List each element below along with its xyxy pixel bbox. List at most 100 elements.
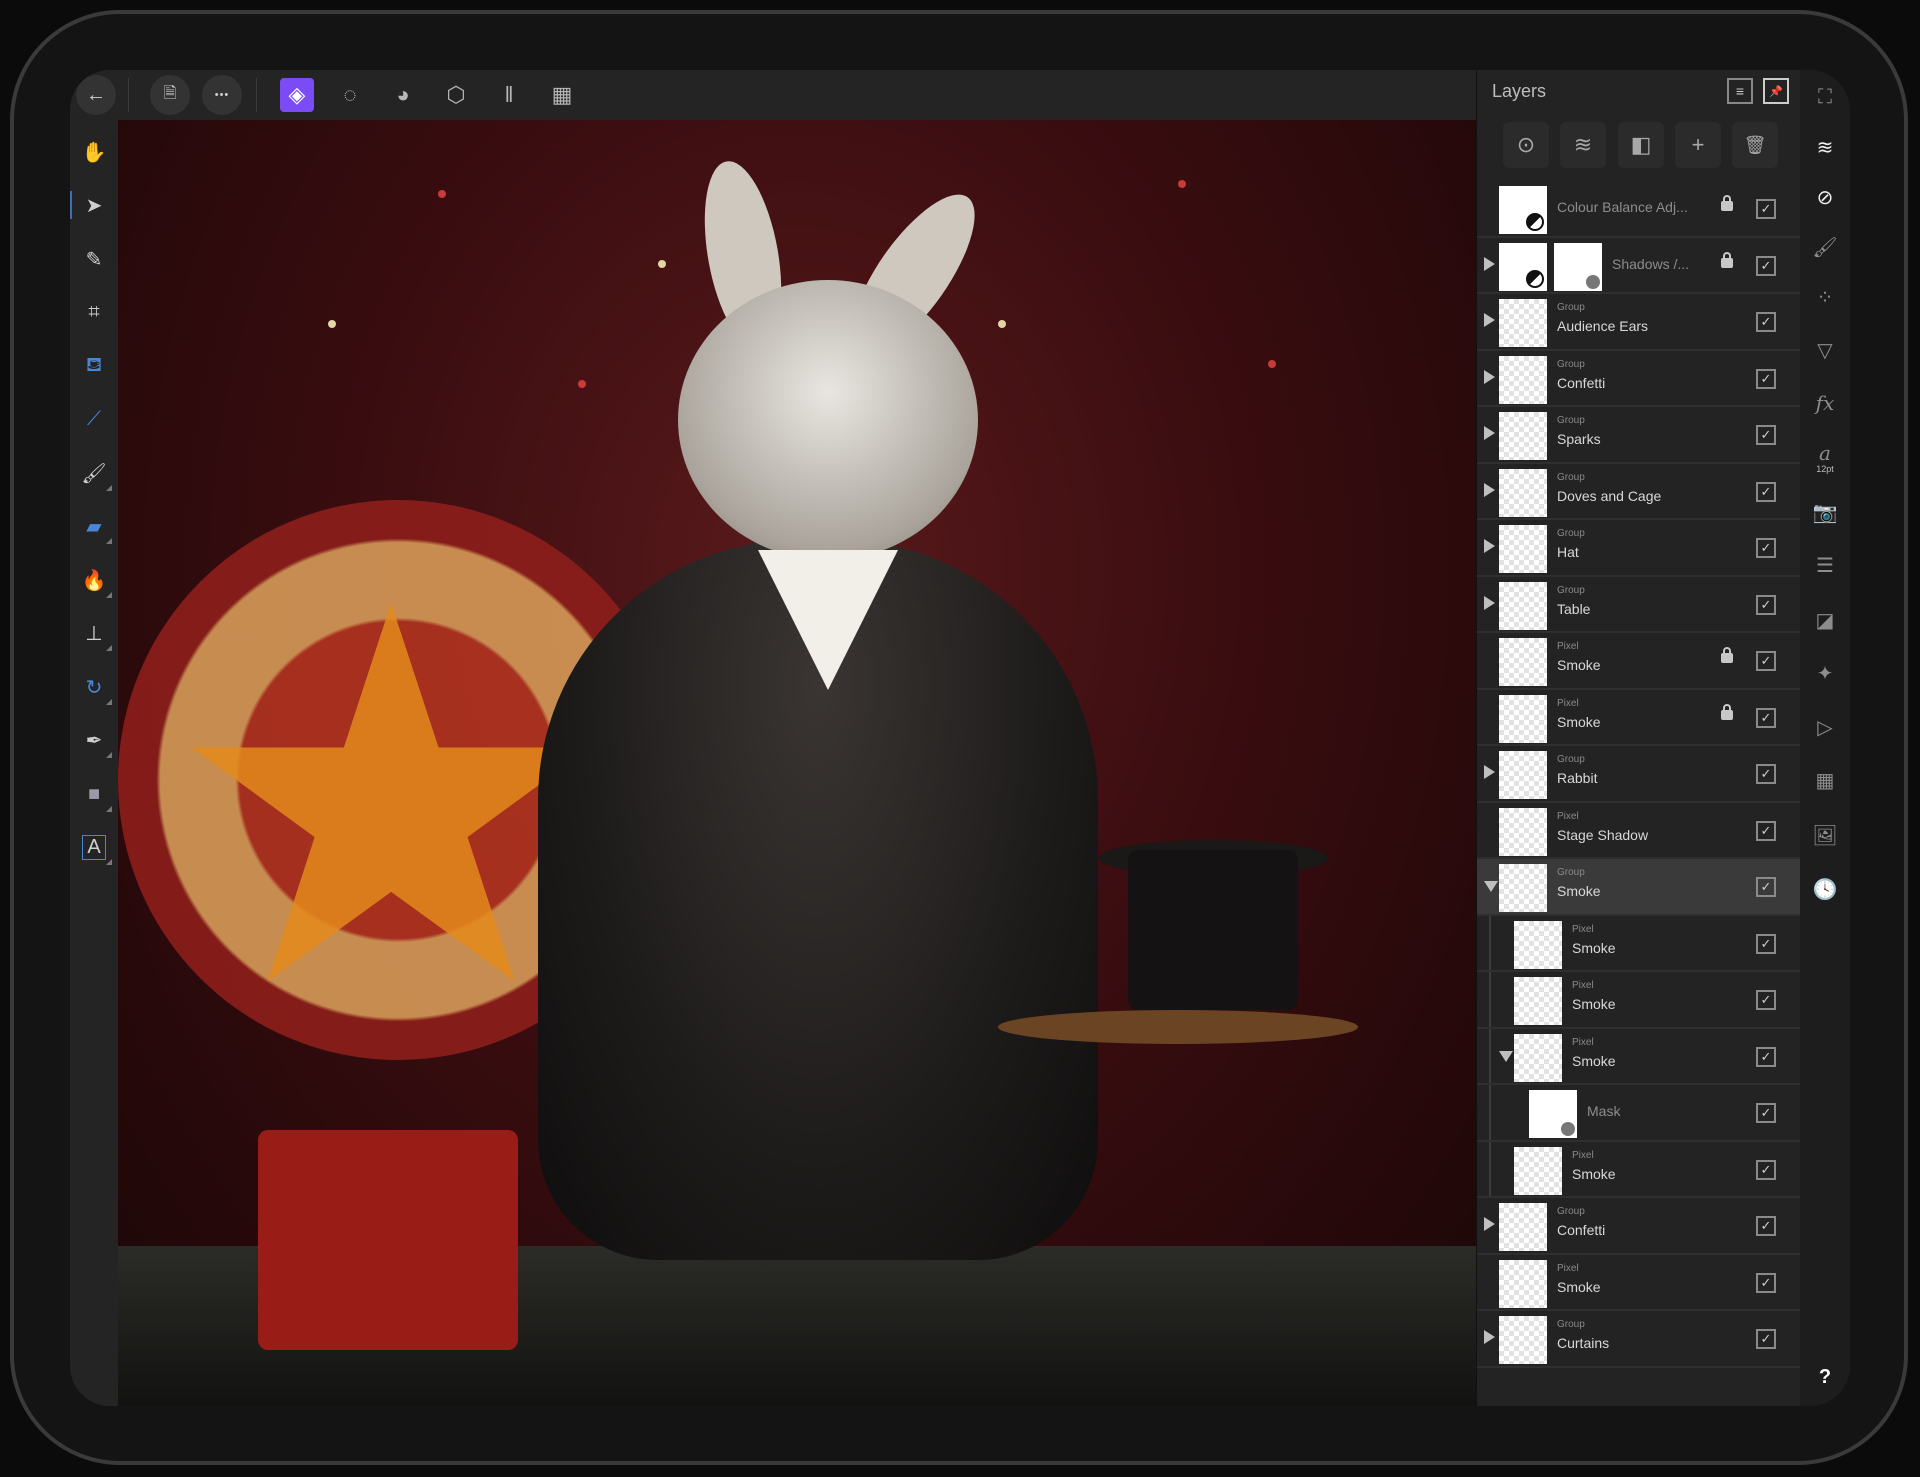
expand-triangle-icon[interactable]	[1484, 1217, 1495, 1231]
visibility-checkbox[interactable]: ✓	[1756, 764, 1776, 784]
layer-row[interactable]: Pixel Stage Shadow ✓	[1477, 803, 1801, 859]
channels-panel-button[interactable]: ◪	[1808, 603, 1842, 637]
visibility-checkbox[interactable]: ✓	[1756, 1216, 1776, 1236]
more-button[interactable]: •••	[202, 75, 242, 115]
clone-tool[interactable]: ⊥	[76, 615, 112, 651]
expand-triangle-icon[interactable]	[1484, 313, 1495, 327]
layers-panel-button[interactable]: ≋	[1808, 130, 1842, 164]
visibility-checkbox[interactable]: ✓	[1756, 312, 1776, 332]
export-persona-button[interactable]: ‖	[492, 78, 526, 112]
layer-row[interactable]: Pixel Smoke ✓	[1477, 915, 1801, 972]
layer-row[interactable]: Pixel Smoke ✓	[1477, 972, 1801, 1029]
filters-panel-button[interactable]: ▽	[1808, 333, 1842, 367]
layer-row[interactable]: Group Hat ✓	[1477, 520, 1801, 577]
snapshots-panel-button[interactable]: 📷	[1808, 495, 1842, 529]
expand-triangle-icon[interactable]	[1484, 482, 1495, 497]
layer-options-button[interactable]: ⊙	[1503, 122, 1549, 168]
smudge-tool[interactable]: ↻	[76, 669, 112, 705]
text-style-panel-button[interactable]: a 12pt	[1808, 440, 1842, 474]
lock-icon[interactable]	[1721, 251, 1733, 268]
swatches-panel-button[interactable]: ⁘	[1808, 280, 1842, 314]
transform-panel-button[interactable]: ⛶	[1808, 80, 1842, 114]
tone-mapping-persona-button[interactable]: ⬡	[439, 78, 473, 112]
develop-persona-button[interactable]: ◕	[386, 78, 420, 112]
visibility-checkbox[interactable]: ✓	[1756, 1159, 1776, 1180]
pin-panel-button[interactable]: 📌	[1763, 78, 1789, 104]
layer-row[interactable]: Group Audience Ears ✓	[1477, 294, 1801, 351]
effects-panel-button[interactable]: fx	[1808, 386, 1842, 420]
panel-menu-button[interactable]: ≡	[1727, 78, 1753, 104]
layer-row[interactable]: Colour Balance Adj... ✓	[1477, 181, 1801, 238]
brushes-panel-button[interactable]: 🖌	[1808, 230, 1842, 264]
layer-row[interactable]: Group Confetti ✓	[1477, 351, 1801, 407]
document-button[interactable]: 🗎	[150, 75, 190, 115]
library-panel-button[interactable]: ▦	[1808, 763, 1842, 797]
layer-row[interactable]: Pixel Smoke ✓	[1477, 1028, 1801, 1085]
visibility-checkbox[interactable]: ✓	[1756, 1103, 1776, 1123]
expand-triangle-icon[interactable]	[1484, 256, 1495, 271]
document-canvas[interactable]: ★	[118, 120, 1476, 1406]
expand-triangle-icon[interactable]	[1484, 595, 1495, 610]
expand-triangle-icon[interactable]	[1484, 1330, 1495, 1344]
delete-layer-button[interactable]: 🗑	[1732, 122, 1778, 168]
selection-brush-tool[interactable]: ⟋	[76, 401, 112, 437]
visibility-checkbox[interactable]: ✓	[1756, 594, 1776, 615]
visibility-checkbox[interactable]: ✓	[1756, 990, 1776, 1010]
layer-row[interactable]: Pixel Smoke ✓	[1477, 1255, 1801, 1311]
expand-triangle-icon[interactable]	[1484, 426, 1495, 440]
layer-row[interactable]: Pixel Smoke ✓	[1477, 633, 1801, 690]
lock-icon[interactable]	[1721, 703, 1733, 720]
lock-icon[interactable]	[1721, 647, 1733, 663]
layer-row[interactable]: Group Confetti ✓	[1477, 1198, 1801, 1255]
visibility-checkbox[interactable]: ✓	[1756, 651, 1776, 671]
visibility-checkbox[interactable]: ✓	[1756, 368, 1776, 389]
visibility-checkbox[interactable]: ✓	[1756, 707, 1776, 728]
add-mask-button[interactable]: ◧	[1618, 122, 1664, 168]
lock-icon[interactable]	[1721, 195, 1733, 211]
expand-triangle-icon[interactable]	[1484, 369, 1495, 384]
layer-row[interactable]: Shadows /... ✓	[1477, 238, 1801, 294]
visibility-checkbox[interactable]: ✓	[1756, 255, 1776, 276]
layer-row[interactable]: Pixel Smoke ✓	[1477, 1141, 1801, 1198]
collapse-triangle-icon[interactable]	[1499, 1050, 1513, 1062]
photo-persona-button[interactable]: ◈	[280, 78, 314, 112]
visibility-checkbox[interactable]: ✓	[1756, 199, 1776, 219]
macro-panel-button[interactable]: ▷	[1808, 710, 1842, 744]
layer-stack-button[interactable]: ≋	[1560, 122, 1606, 168]
fill-tool[interactable]: ⛾	[76, 348, 112, 384]
layer-row[interactable]: Group Curtains ✓	[1477, 1311, 1801, 1368]
back-button[interactable]: ←	[76, 75, 116, 115]
visibility-checkbox[interactable]: ✓	[1756, 425, 1776, 445]
move-tool[interactable]: ➤	[70, 187, 112, 223]
paint-brush-tool[interactable]: 🖌	[76, 455, 112, 491]
visibility-checkbox[interactable]: ✓	[1756, 1329, 1776, 1349]
navigator-panel-button[interactable]: ✦	[1808, 656, 1842, 690]
stock-panel-button[interactable]: 🖼	[1808, 818, 1842, 852]
layer-row[interactable]: Group Doves and Cage ✓	[1477, 464, 1801, 520]
shape-tool[interactable]: ■	[76, 776, 112, 812]
layer-row[interactable]: Group Smoke ✓	[1477, 859, 1801, 916]
layer-row[interactable]: Mask ✓	[1477, 1085, 1801, 1142]
layer-row[interactable]: Pixel Smoke ✓	[1477, 690, 1801, 746]
visibility-checkbox[interactable]: ✓	[1756, 820, 1776, 841]
hand-tool[interactable]: ✋	[76, 134, 112, 170]
history-panel-button[interactable]: 🕓	[1808, 872, 1842, 906]
layout-toggle-button[interactable]: ▦	[545, 78, 579, 112]
crop-tool[interactable]: ⌗	[76, 294, 112, 330]
layer-row[interactable]: Group Table ✓	[1477, 577, 1801, 633]
add-layer-button[interactable]: +	[1675, 122, 1721, 168]
adjust-sliders-panel-button[interactable]: ☰	[1808, 548, 1842, 582]
layer-row[interactable]: Group Rabbit ✓	[1477, 746, 1801, 803]
dodge-burn-tool[interactable]: 🔥	[76, 562, 112, 598]
color-picker-tool[interactable]: ✎	[76, 241, 112, 277]
layers-list[interactable]: Colour Balance Adj... ✓ Shadows /... ✓ Group…	[1477, 181, 1801, 1368]
expand-triangle-icon[interactable]	[1484, 765, 1495, 779]
visibility-checkbox[interactable]: ✓	[1756, 933, 1776, 954]
adjustments-panel-button[interactable]: ⊘	[1808, 180, 1842, 214]
visibility-checkbox[interactable]: ✓	[1756, 877, 1776, 897]
help-button[interactable]: ?	[1808, 1360, 1842, 1394]
visibility-checkbox[interactable]: ✓	[1756, 481, 1776, 502]
visibility-checkbox[interactable]: ✓	[1756, 1046, 1776, 1067]
visibility-checkbox[interactable]: ✓	[1756, 538, 1776, 558]
visibility-checkbox[interactable]: ✓	[1756, 1272, 1776, 1293]
